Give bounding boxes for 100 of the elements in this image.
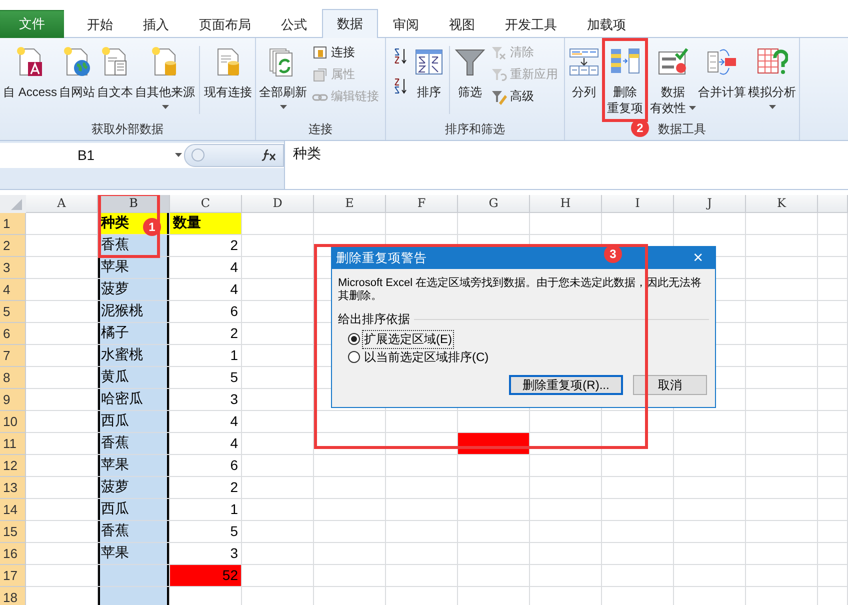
row-header[interactable]: 15: [0, 520, 26, 543]
ribbon-tab[interactable]: 插入: [128, 10, 184, 38]
table-cell: [602, 498, 674, 521]
table-cell: [746, 542, 818, 565]
ribbon-button[interactable]: 自其他来源: [134, 42, 196, 114]
ribbon-group-label: 数据工具: [658, 122, 706, 136]
ribbon-tab[interactable]: 数据: [322, 8, 378, 38]
ribbon-button[interactable]: 现有连接: [203, 42, 254, 100]
sort-descending-icon[interactable]: [392, 78, 408, 94]
ribbon-button[interactable]: 连接: [310, 42, 382, 64]
table-cell: [818, 454, 848, 477]
column-header[interactable]: J: [674, 194, 746, 213]
row-header[interactable]: 1: [0, 212, 26, 235]
table-cell: [746, 212, 818, 235]
ribbon-tab[interactable]: 审阅: [378, 10, 434, 38]
radio-label[interactable]: 以当前选定区域排序(C): [363, 348, 490, 366]
ribbon-button[interactable]: 自 Access: [2, 42, 58, 100]
ribbon-tab[interactable]: 开始: [72, 10, 128, 38]
table-cell: 1: [170, 344, 242, 367]
table-cell: [458, 564, 530, 587]
column-header[interactable]: G: [458, 194, 530, 213]
table-cell: [674, 212, 746, 235]
radio-button[interactable]: [348, 351, 360, 363]
ribbon-button[interactable]: 自网站: [58, 42, 96, 100]
ribbon-button[interactable]: 筛选: [453, 42, 488, 100]
row-header[interactable]: 12: [0, 454, 26, 477]
table-cell: 苹果: [98, 542, 170, 565]
splitter-handle-icon[interactable]: [191, 148, 205, 162]
table-cell: [746, 388, 818, 411]
row-header[interactable]: 18: [0, 586, 26, 605]
row-header[interactable]: 5: [0, 300, 26, 323]
column-header[interactable]: B: [98, 194, 170, 213]
ribbon-button[interactable]: 模拟分析: [747, 42, 798, 114]
table-cell: [530, 498, 602, 521]
column-header[interactable]: H: [530, 194, 602, 213]
row-header[interactable]: 4: [0, 278, 26, 301]
column-header[interactable]: I: [602, 194, 674, 213]
ribbon-button[interactable]: 合并计算: [697, 42, 748, 100]
sort-ascending-icon[interactable]: [392, 48, 408, 64]
table-cell: [386, 476, 458, 499]
close-button[interactable]: ×: [685, 248, 711, 268]
ribbon-tab[interactable]: 公式: [266, 10, 322, 38]
ribbon-tab[interactable]: 加载项: [572, 10, 641, 38]
insert-function-icon[interactable]: [261, 148, 277, 162]
ribbon-button[interactable]: 高级: [489, 86, 560, 108]
table-cell: [242, 542, 314, 565]
ribbon-button[interactable]: 全部刷新: [258, 42, 308, 114]
table-cell: 苹果: [98, 454, 170, 477]
column-header[interactable]: D: [242, 194, 314, 213]
radio-button[interactable]: [348, 333, 360, 345]
row-header[interactable]: 13: [0, 476, 26, 499]
table-cell: [674, 520, 746, 543]
row-header[interactable]: 6: [0, 322, 26, 345]
row-header[interactable]: 16: [0, 542, 26, 565]
ribbon-tab[interactable]: 开发工具: [490, 10, 572, 38]
dialog-button[interactable]: 删除重复项(R)...: [509, 375, 623, 395]
table-cell: [242, 564, 314, 587]
file-menu-tab[interactable]: 文件: [0, 10, 64, 38]
column-header[interactable]: E: [314, 194, 386, 213]
table-cell: [602, 476, 674, 499]
ribbon-button[interactable]: 数据 有效性: [649, 42, 698, 116]
table-cell: 泥猴桃: [98, 300, 170, 323]
table-cell: [386, 564, 458, 587]
column-header[interactable]: C: [170, 194, 242, 213]
clear-filter-icon: [491, 44, 508, 61]
ribbon-button[interactable]: 分列: [567, 42, 602, 100]
table-cell: [242, 520, 314, 543]
row-header[interactable]: 11: [0, 432, 26, 455]
table-cell: [746, 234, 818, 257]
ribbon-button[interactable]: 自文本: [96, 42, 134, 100]
table-cell: [818, 300, 848, 323]
table-cell: [98, 564, 170, 587]
table-cell: 3: [170, 388, 242, 411]
row-header[interactable]: 14: [0, 498, 26, 521]
table-cell: 菠萝: [98, 476, 170, 499]
formula-field[interactable]: 种类: [284, 140, 848, 189]
table-cell: [26, 212, 98, 235]
dialog-button[interactable]: 取消: [633, 375, 707, 395]
table-cell: 水蜜桃: [98, 344, 170, 367]
ribbon-tab[interactable]: 视图: [434, 10, 490, 38]
column-header[interactable]: A: [26, 194, 98, 213]
ribbon-tab[interactable]: 页面布局: [184, 10, 266, 38]
column-header[interactable]: F: [386, 194, 458, 213]
table-cell: [530, 520, 602, 543]
row-header[interactable]: 17: [0, 564, 26, 587]
radio-label[interactable]: 扩展选定区域(E): [363, 330, 453, 348]
row-header[interactable]: 2: [0, 234, 26, 257]
table-cell: [818, 564, 848, 587]
ribbon-button[interactable]: 删除 重复项: [606, 42, 644, 118]
dropdown-caret-icon: [162, 104, 169, 109]
table-cell: [818, 432, 848, 455]
row-header[interactable]: 10: [0, 410, 26, 433]
row-header[interactable]: 3: [0, 256, 26, 279]
column-header[interactable]: K: [746, 194, 818, 213]
row-header[interactable]: 8: [0, 366, 26, 389]
table-cell: [746, 498, 818, 521]
row-header[interactable]: 7: [0, 344, 26, 367]
ribbon-button[interactable]: 排序: [412, 42, 446, 100]
row-header[interactable]: 9: [0, 388, 26, 411]
table-cell: [674, 498, 746, 521]
